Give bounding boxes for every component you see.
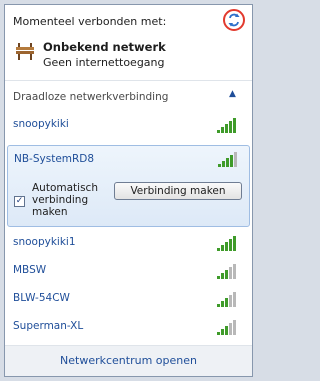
signal-bar <box>233 118 236 133</box>
signal-bar <box>218 164 221 167</box>
divider <box>5 80 252 81</box>
network-row-snoopykiki1[interactable]: snoopykiki1 <box>5 229 252 257</box>
collapse-caret-icon[interactable]: ▲ <box>229 89 236 99</box>
network-row-snoopykiki[interactable]: snoopykiki <box>5 111 252 139</box>
connect-button[interactable]: Verbinding maken <box>114 182 242 200</box>
signal-bar <box>217 248 220 251</box>
current-network-name: Onbekend netwerk <box>43 40 166 54</box>
signal-strength-icon <box>217 264 236 279</box>
network-row-selected[interactable]: NB-SystemRD8 ✓ Automatisch verbinding ma… <box>7 145 250 227</box>
signal-bar <box>217 276 220 279</box>
signal-bar <box>221 301 224 307</box>
unidentified-network-icon <box>16 43 34 60</box>
open-network-center-link[interactable]: Netwerkcentrum openen <box>5 354 252 367</box>
network-flyout: Momenteel verbonden met: Onbekend netwer… <box>4 4 253 377</box>
network-name: NB-SystemRD8 <box>14 153 95 165</box>
signal-strength-icon <box>217 320 236 335</box>
signal-bar <box>233 320 236 335</box>
signal-bar <box>233 292 236 307</box>
refresh-button[interactable] <box>223 9 245 31</box>
signal-bar <box>226 158 229 167</box>
signal-bar <box>221 127 224 133</box>
network-name: MBSW <box>13 264 47 276</box>
signal-strength-icon <box>218 152 237 167</box>
footer: Netwerkcentrum openen <box>5 345 252 376</box>
signal-bar <box>229 267 232 279</box>
signal-bar <box>229 323 232 335</box>
signal-strength-icon <box>217 292 236 307</box>
signal-bar <box>234 152 237 167</box>
signal-bar <box>233 236 236 251</box>
signal-bar <box>229 295 232 307</box>
connected-label: Momenteel verbonden met: <box>13 15 167 28</box>
signal-bar <box>225 270 228 279</box>
current-network-status: Geen internettoegang <box>43 56 165 69</box>
network-row-mbsw[interactable]: MBSW <box>5 257 252 285</box>
signal-bar <box>222 161 225 167</box>
signal-bar <box>225 298 228 307</box>
signal-bar <box>225 326 228 335</box>
auto-connect-label: Automatisch verbinding maken <box>32 182 98 218</box>
section-title: Draadloze netwerkverbinding <box>13 91 169 103</box>
signal-bar <box>221 273 224 279</box>
signal-bar <box>221 245 224 251</box>
signal-bar <box>221 329 224 335</box>
signal-bar <box>217 332 220 335</box>
network-name: snoopykiki <box>13 118 69 130</box>
network-name: Superman-XL <box>13 320 84 332</box>
network-row-superman-xl[interactable]: Superman-XL <box>5 313 252 341</box>
auto-connect-checkbox[interactable]: ✓ <box>14 196 25 207</box>
signal-strength-icon <box>217 118 236 133</box>
refresh-icon <box>228 13 240 27</box>
network-name: snoopykiki1 <box>13 236 76 248</box>
signal-bar <box>217 304 220 307</box>
signal-bar <box>217 130 220 133</box>
signal-bar <box>230 155 233 167</box>
signal-bar <box>225 124 228 133</box>
network-name: BLW-54CW <box>13 292 70 304</box>
signal-bar <box>233 264 236 279</box>
signal-bar <box>229 121 232 133</box>
network-row-blw-54cw[interactable]: BLW-54CW <box>5 285 252 313</box>
signal-strength-icon <box>217 236 236 251</box>
signal-bar <box>229 239 232 251</box>
signal-bar <box>225 242 228 251</box>
